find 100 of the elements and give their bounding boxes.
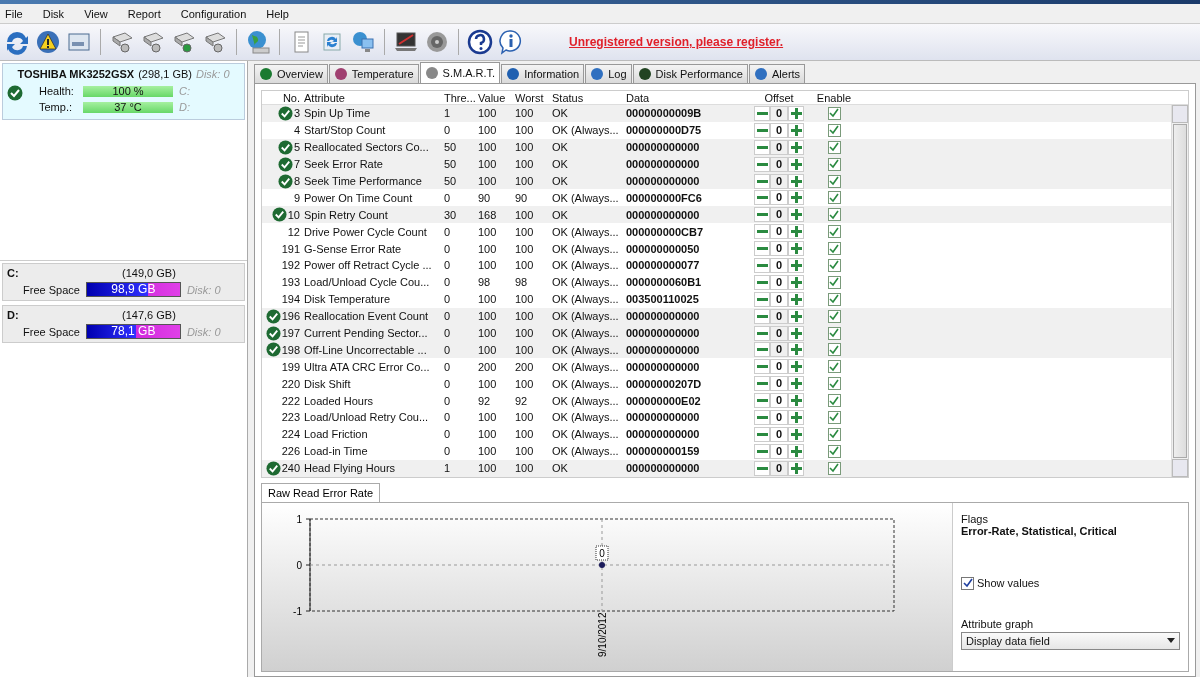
plus-button[interactable] bbox=[788, 173, 804, 189]
plus-button[interactable] bbox=[788, 207, 804, 223]
offset-field[interactable]: 0 bbox=[770, 105, 788, 121]
minus-button[interactable] bbox=[754, 257, 770, 273]
column-header[interactable]: No. bbox=[262, 91, 302, 104]
minus-button[interactable] bbox=[754, 139, 770, 155]
refresh-icon[interactable] bbox=[4, 29, 30, 55]
disk-card[interactable]: TOSHIBA MK3252GSX (298,1 GB) Disk: 0 Health: 100 % C: Temp.: 37 °C D: bbox=[2, 63, 245, 120]
menu-item[interactable]: View bbox=[84, 7, 108, 20]
plus-button[interactable] bbox=[788, 426, 804, 442]
enable-checkbox[interactable] bbox=[827, 275, 841, 289]
offset-field[interactable]: 0 bbox=[770, 156, 788, 172]
plus-button[interactable] bbox=[788, 359, 804, 375]
offset-field[interactable]: 0 bbox=[770, 325, 788, 341]
offset-field[interactable]: 0 bbox=[770, 359, 788, 375]
minus-button[interactable] bbox=[754, 224, 770, 240]
plus-button[interactable] bbox=[788, 105, 804, 121]
offset-field[interactable]: 0 bbox=[770, 257, 788, 273]
offset-field[interactable]: 0 bbox=[770, 393, 788, 409]
enable-checkbox[interactable] bbox=[827, 360, 841, 374]
scrollbar[interactable] bbox=[1171, 105, 1188, 477]
plus-button[interactable] bbox=[788, 308, 804, 324]
hard-disk-icon[interactable] bbox=[171, 29, 197, 55]
offset-field[interactable]: 0 bbox=[770, 291, 788, 307]
minus-button[interactable] bbox=[754, 241, 770, 257]
info-icon[interactable] bbox=[498, 29, 524, 55]
minus-button[interactable] bbox=[754, 359, 770, 375]
plus-button[interactable] bbox=[788, 257, 804, 273]
tab[interactable]: Raw Read Error Rate bbox=[261, 482, 381, 502]
column-header[interactable]: Thre... bbox=[442, 91, 476, 104]
plus-button[interactable] bbox=[788, 409, 804, 425]
minus-button[interactable] bbox=[754, 325, 770, 341]
plus-button[interactable] bbox=[788, 342, 804, 358]
plus-button[interactable] bbox=[788, 274, 804, 290]
enable-checkbox[interactable] bbox=[827, 225, 841, 239]
enable-checkbox[interactable] bbox=[827, 309, 841, 323]
menu-item[interactable]: Disk bbox=[42, 7, 65, 20]
partition-card[interactable]: D: (147,6 GB) Free Space 78,1 GB Disk: 0 bbox=[2, 305, 245, 343]
column-header[interactable]: Offset bbox=[746, 91, 810, 104]
minus-button[interactable] bbox=[754, 274, 770, 290]
offset-field[interactable]: 0 bbox=[770, 173, 788, 189]
speaker-icon[interactable] bbox=[424, 29, 450, 55]
enable-checkbox[interactable] bbox=[827, 123, 841, 137]
offset-field[interactable]: 0 bbox=[770, 443, 788, 459]
hard-disk-icon[interactable] bbox=[109, 29, 135, 55]
attribute-graph-dropdown[interactable]: Display data field bbox=[961, 631, 1180, 650]
menu-item[interactable]: File bbox=[5, 7, 23, 20]
help-icon[interactable] bbox=[467, 29, 493, 55]
minus-button[interactable] bbox=[754, 308, 770, 324]
minus-button[interactable] bbox=[754, 207, 770, 223]
plus-button[interactable] bbox=[788, 241, 804, 257]
tab[interactable]: Temperature bbox=[328, 64, 419, 83]
enable-checkbox[interactable] bbox=[827, 208, 841, 222]
minus-button[interactable] bbox=[754, 190, 770, 206]
plus-button[interactable] bbox=[788, 122, 804, 138]
offset-field[interactable]: 0 bbox=[770, 207, 788, 223]
enable-checkbox[interactable] bbox=[827, 174, 841, 188]
menu-item[interactable]: Configuration bbox=[180, 7, 247, 20]
offset-field[interactable]: 0 bbox=[770, 376, 788, 392]
hard-disk-icon[interactable] bbox=[140, 29, 166, 55]
plus-button[interactable] bbox=[788, 139, 804, 155]
globe-icon[interactable] bbox=[245, 29, 271, 55]
column-header[interactable]: Enable bbox=[810, 91, 856, 104]
column-header[interactable]: Value bbox=[476, 91, 513, 104]
enable-checkbox[interactable] bbox=[827, 157, 841, 171]
menu-item[interactable]: Report bbox=[127, 7, 161, 20]
show-values-checkbox[interactable] bbox=[961, 576, 974, 590]
column-header[interactable]: Attribute bbox=[302, 91, 442, 104]
tab[interactable]: Information bbox=[501, 64, 585, 83]
minus-button[interactable] bbox=[754, 291, 770, 307]
enable-checkbox[interactable] bbox=[827, 106, 841, 120]
minus-button[interactable] bbox=[754, 122, 770, 138]
offset-field[interactable]: 0 bbox=[770, 342, 788, 358]
enable-checkbox[interactable] bbox=[827, 377, 841, 391]
minus-button[interactable] bbox=[754, 426, 770, 442]
tab[interactable]: S.M.A.R.T. bbox=[419, 62, 501, 83]
enable-checkbox[interactable] bbox=[827, 394, 841, 408]
enable-checkbox[interactable] bbox=[827, 461, 841, 475]
offset-field[interactable]: 0 bbox=[770, 122, 788, 138]
offset-field[interactable]: 0 bbox=[770, 139, 788, 155]
tab[interactable]: Disk Performance bbox=[632, 64, 748, 83]
offset-field[interactable]: 0 bbox=[770, 241, 788, 257]
tab[interactable]: Alerts bbox=[749, 64, 806, 83]
hard-disk-icon[interactable] bbox=[202, 29, 228, 55]
minus-button[interactable] bbox=[754, 173, 770, 189]
plus-button[interactable] bbox=[788, 291, 804, 307]
tab[interactable]: Overview bbox=[254, 64, 328, 83]
enable-checkbox[interactable] bbox=[827, 410, 841, 424]
offset-field[interactable]: 0 bbox=[770, 308, 788, 324]
column-header[interactable]: Data bbox=[624, 91, 746, 104]
plus-button[interactable] bbox=[788, 460, 804, 476]
offset-field[interactable]: 0 bbox=[770, 190, 788, 206]
tab[interactable]: Log bbox=[585, 64, 632, 83]
offset-field[interactable]: 0 bbox=[770, 274, 788, 290]
plus-button[interactable] bbox=[788, 443, 804, 459]
enable-checkbox[interactable] bbox=[827, 258, 841, 272]
enable-checkbox[interactable] bbox=[827, 191, 841, 205]
minus-button[interactable] bbox=[754, 342, 770, 358]
minus-button[interactable] bbox=[754, 409, 770, 425]
minus-button[interactable] bbox=[754, 443, 770, 459]
